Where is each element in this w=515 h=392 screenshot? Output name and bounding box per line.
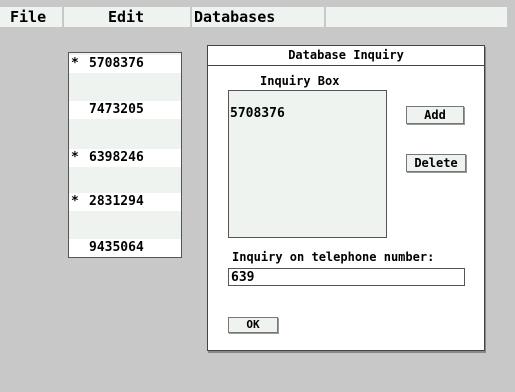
selected-marker: * <box>71 150 79 165</box>
phone-list-item[interactable]: * 6398246 <box>69 149 181 167</box>
phone-number: 7473205 <box>89 102 144 117</box>
selected-marker: * <box>71 56 79 71</box>
phone-list-item[interactable]: * 2831294 <box>69 193 181 211</box>
menu-databases[interactable]: Databases <box>192 7 324 27</box>
menu-bar-filler <box>326 7 507 27</box>
phone-number: 2831294 <box>89 194 144 209</box>
dialog-title: Database Inquiry <box>208 46 484 66</box>
add-button[interactable]: Add <box>406 106 464 124</box>
inquiry-box[interactable]: 5708376 <box>228 90 387 238</box>
delete-button[interactable]: Delete <box>406 154 466 172</box>
telephone-number-input[interactable] <box>228 268 465 286</box>
selected-marker: * <box>71 194 79 209</box>
inquiry-item[interactable]: 5708376 <box>230 106 285 121</box>
database-inquiry-dialog: Database Inquiry Inquiry Box 5708376 Add… <box>207 45 485 351</box>
phone-list-item[interactable]: 9435064 <box>69 239 181 257</box>
phone-number: 6398246 <box>89 150 144 165</box>
menu-edit[interactable]: Edit <box>64 7 190 27</box>
inquiry-box-label: Inquiry Box <box>260 74 340 88</box>
phone-list-item[interactable]: * 5708376 <box>69 55 181 73</box>
menu-bar: File Edit Databases <box>0 0 515 28</box>
ok-button[interactable]: OK <box>228 317 278 333</box>
phone-list-item[interactable]: 7473205 <box>69 101 181 119</box>
phone-number: 5708376 <box>89 56 144 71</box>
menu-file[interactable]: File <box>0 7 62 27</box>
phone-number: 9435064 <box>89 240 144 255</box>
phone-number-list: * 5708376 7473205 * 6398246 * 2831294 94… <box>68 52 182 258</box>
telephone-inquiry-label: Inquiry on telephone number: <box>232 250 435 264</box>
